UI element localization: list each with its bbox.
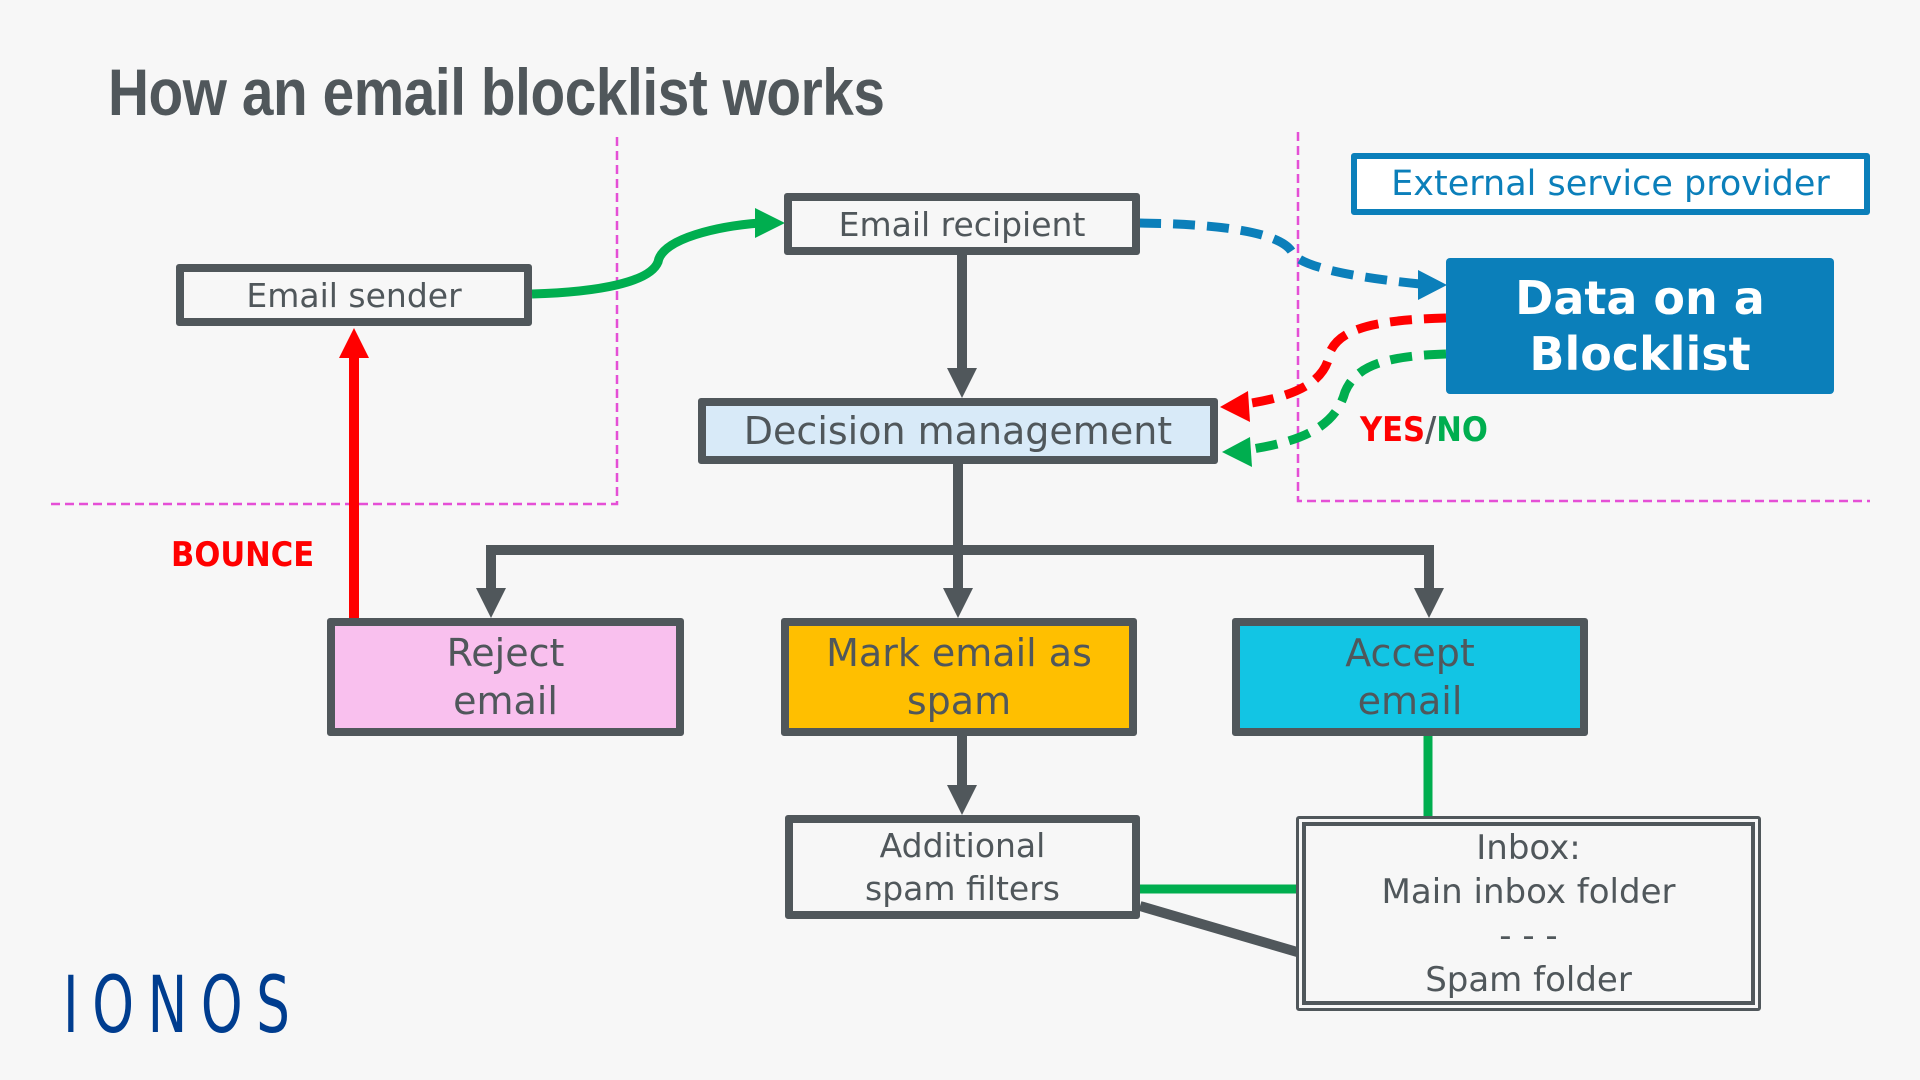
node-email-sender-label: Email sender [246, 275, 462, 315]
bounce-label: BOUNCE [171, 535, 315, 575]
arrowhead-blocklist-no [1222, 437, 1252, 467]
node-inbox-main-folder: Main inbox folder [1381, 871, 1676, 912]
yes-no-separator: / [1425, 410, 1437, 450]
arrow-recipient-to-blocklist [1138, 218, 1421, 289]
node-email-sender: Email sender [176, 264, 532, 326]
arrowhead-spam-to-filters [947, 785, 977, 815]
node-inbox: Inbox: Main inbox folder - - - Spam fold… [1296, 816, 1761, 1011]
yes-label: YES [1360, 410, 1426, 450]
node-blocklist-line2: Blocklist [1529, 327, 1751, 381]
node-accept-email-line1: Accept [1345, 631, 1475, 675]
no-label: NO [1436, 410, 1488, 450]
arrowhead-recipient-to-blocklist [1418, 270, 1447, 300]
node-inbox-spam-folder: Spam folder [1425, 959, 1632, 1000]
node-inbox-separator: - - - [1499, 915, 1558, 956]
node-additional-spam-filters-line1: Additional [879, 826, 1046, 865]
arrow-sender-to-recipient [531, 218, 761, 299]
yes-no-label: YES/NO [1360, 410, 1488, 450]
arrowhead-blocklist-yes [1220, 391, 1250, 422]
node-accept-email: Accept email [1232, 618, 1588, 736]
arrowhead-bounce [339, 328, 369, 358]
ionos-logo: IONOS [63, 961, 304, 1051]
arrowhead-to-accept [1414, 588, 1444, 618]
node-email-recipient-label: Email recipient [838, 204, 1086, 244]
arrowhead-to-spam [943, 588, 973, 618]
external-service-provider-label: External service provider [1351, 153, 1870, 215]
node-mark-as-spam-line1: Mark email as [826, 631, 1092, 675]
node-email-recipient: Email recipient [784, 193, 1140, 255]
node-reject-email-line2: email [453, 679, 558, 723]
external-service-provider-text: External service provider [1391, 164, 1830, 204]
node-additional-spam-filters: Additional spam filters [785, 815, 1140, 919]
arrowhead-to-reject [476, 588, 506, 618]
node-blocklist-line1: Data on a [1515, 271, 1765, 325]
node-accept-email-line2: email [1357, 679, 1463, 723]
node-inbox-inner-border: Inbox: Main inbox folder - - - Spam fold… [1302, 822, 1755, 1005]
node-blocklist-data: Data on a Blocklist [1446, 258, 1834, 394]
node-reject-email: Reject email [327, 618, 684, 736]
node-decision-management-label: Decision management [743, 409, 1173, 453]
arrowhead-sender-to-recipient [755, 208, 785, 238]
node-reject-email-line1: Reject [446, 631, 565, 675]
arrowhead-recipient-to-decision [947, 368, 977, 398]
node-additional-spam-filters-line2: spam filters [865, 869, 1060, 908]
node-decision-management: Decision management [698, 398, 1218, 464]
node-mark-as-spam-line2: spam [906, 679, 1012, 723]
node-mark-as-spam: Mark email as spam [781, 618, 1137, 736]
node-inbox-heading: Inbox: [1476, 827, 1581, 868]
